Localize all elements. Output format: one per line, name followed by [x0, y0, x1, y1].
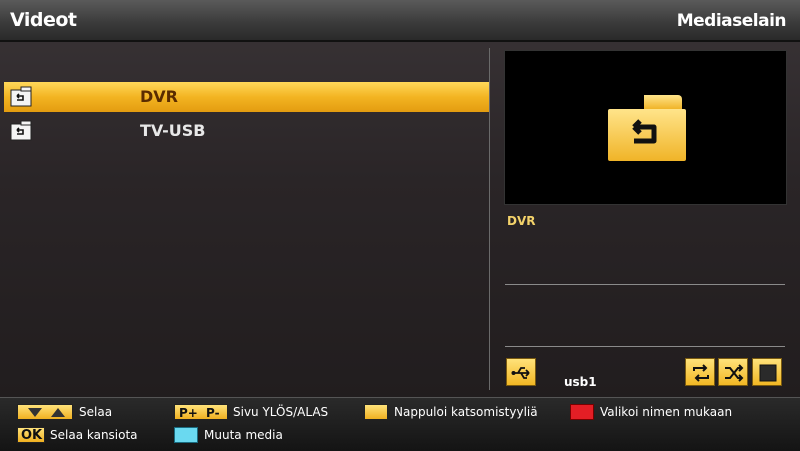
yellow-key [364, 404, 388, 420]
panel-divider [489, 48, 490, 390]
ok-key: OK [17, 427, 45, 443]
preview-name: DVR [507, 214, 536, 228]
file-list: DVR TV-USB [4, 82, 490, 150]
device-label: usb1 [564, 375, 597, 389]
page-title: Videot [10, 9, 77, 31]
list-item-label: DVR [140, 87, 178, 106]
usb-device-button[interactable] [506, 358, 536, 386]
folder-back-icon [10, 120, 32, 141]
info-divider [505, 284, 785, 285]
usb-icon [511, 367, 530, 379]
app-name: Mediaselain [676, 11, 787, 31]
key-p-plus: P+ [179, 406, 198, 420]
repeat-icon [693, 364, 709, 382]
cyan-key [174, 427, 198, 443]
stop-icon [759, 364, 777, 382]
hint-change-media: Muuta media [204, 428, 283, 442]
shuffle-button[interactable] [718, 358, 748, 386]
red-key [570, 404, 594, 420]
hint-sort: Valikoi nimen mukaan [600, 405, 733, 419]
folder-back-icon [608, 95, 686, 161]
hint-page: Sivu YLÖS/ALAS [233, 405, 329, 419]
hint-browse: Selaa [79, 405, 113, 419]
repeat-button[interactable] [685, 358, 715, 386]
list-item-tv-usb[interactable]: TV-USB [4, 116, 490, 146]
key-p-minus: P- [206, 406, 220, 420]
info-divider [505, 346, 785, 347]
page-keys: P+ P- [174, 404, 228, 420]
title-bar: Videot Mediaselain [0, 0, 800, 42]
preview-panel [504, 50, 787, 205]
shuffle-icon [725, 364, 744, 382]
footer-hints: Selaa P+ P- Sivu YLÖS/ALAS Nappuloi kats… [0, 397, 800, 451]
arrow-up-icon [51, 408, 65, 417]
hint-view-style: Nappuloi katsomistyyliä [394, 405, 538, 419]
list-item-dvr[interactable]: DVR [4, 82, 490, 112]
hint-browse-folder: Selaa kansiota [50, 428, 138, 442]
arrow-keys [17, 404, 73, 420]
stop-button[interactable] [752, 358, 782, 386]
key-ok: OK [21, 428, 43, 443]
list-item-label: TV-USB [140, 121, 206, 140]
folder-back-icon [10, 86, 32, 107]
